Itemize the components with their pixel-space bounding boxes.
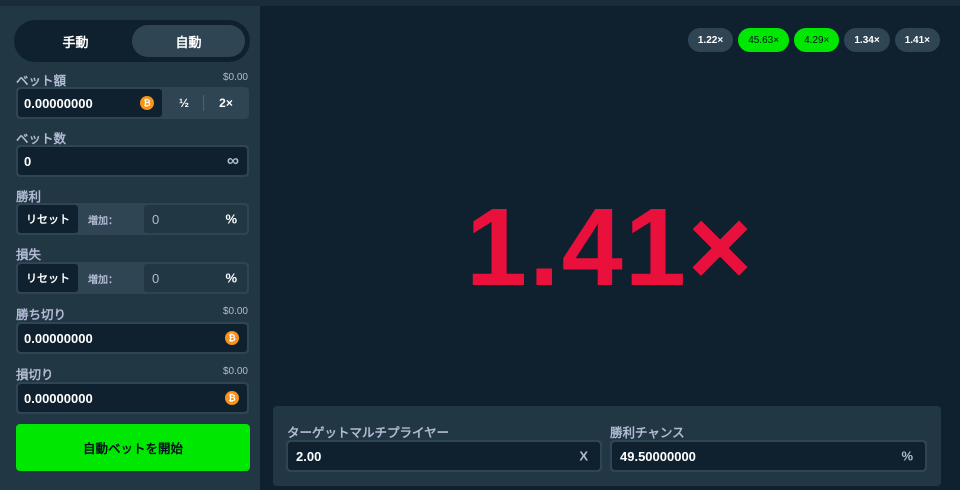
half-bet-button[interactable]: ½	[164, 87, 204, 119]
stop-on-profit-input[interactable]: 0.00000000 ₿	[18, 324, 247, 352]
start-autobet-button[interactable]: 自動ベットを開始	[16, 424, 250, 471]
stop-on-loss-usd: $0.00	[222, 366, 248, 377]
bet-amount-group: 0.00000000 ₿ ½ 2×	[16, 87, 249, 119]
mode-toggle: 手動 自動	[14, 20, 250, 62]
bet-count-value: 0	[24, 153, 32, 169]
on-loss-group: リセット 増加： 0 %	[16, 262, 249, 294]
on-loss-increase-value: 0	[152, 270, 160, 286]
stop-on-loss-group: 0.00000000 ₿	[16, 382, 249, 414]
on-loss-reset-button[interactable]: リセット	[18, 264, 78, 292]
bitcoin-icon: ₿	[225, 331, 239, 345]
win-chance-value: 49.50000000	[620, 448, 696, 464]
target-multiplier-group: 2.00 X	[286, 440, 602, 472]
history-chip[interactable]: 1.22×	[687, 28, 734, 52]
on-loss-label: 損失	[16, 248, 42, 262]
game-area: 1.22× 45.63× 4.29× 1.34× 1.41× 1.41× ターゲ…	[260, 0, 960, 490]
percent-icon: %	[901, 448, 913, 464]
bet-amount-input[interactable]: 0.00000000 ₿	[18, 89, 162, 117]
bet-amount-value: 0.00000000	[24, 95, 93, 111]
double-bet-button[interactable]: 2×	[206, 87, 246, 119]
on-loss-increase-input[interactable]: 0 %	[144, 264, 247, 292]
multiplier-x-icon: X	[579, 448, 588, 464]
bet-count-group: 0 ∞	[16, 145, 249, 177]
on-win-group: リセット 増加： 0 %	[16, 203, 249, 235]
stop-on-profit-usd: $0.00	[222, 306, 248, 317]
result-history: 1.22× 45.63× 4.29× 1.34× 1.41×	[687, 28, 940, 52]
on-win-reset-button[interactable]: リセット	[18, 205, 78, 233]
tab-manual[interactable]: 手動	[19, 25, 132, 57]
history-chip[interactable]: 4.29×	[794, 28, 840, 52]
stop-on-loss-value: 0.00000000	[24, 390, 93, 406]
win-chance-group: 49.50000000 %	[610, 440, 927, 472]
bet-amount-usd: $0.00	[222, 72, 248, 83]
dice-settings-panel: ターゲットマルチプライヤー 2.00 X 勝利チャンス 49.50000000 …	[273, 406, 941, 486]
infinity-icon[interactable]: ∞	[227, 151, 239, 171]
percent-icon: %	[225, 270, 237, 286]
stop-on-loss-label: 損切り	[16, 368, 54, 382]
result-multiplier: 1.41×	[465, 186, 755, 309]
on-win-increase-value: 0	[152, 211, 160, 227]
on-win-increase-input[interactable]: 0 %	[144, 205, 247, 233]
tab-auto[interactable]: 自動	[132, 25, 245, 57]
bet-count-input[interactable]: 0 ∞	[18, 147, 247, 175]
stop-on-profit-group: 0.00000000 ₿	[16, 322, 249, 354]
divider	[203, 95, 204, 111]
win-chance-input[interactable]: 49.50000000 %	[612, 442, 925, 470]
history-chip[interactable]: 45.63×	[738, 28, 790, 52]
history-chip[interactable]: 1.41×	[894, 28, 940, 52]
target-multiplier-value: 2.00	[296, 448, 322, 464]
on-win-increase-label[interactable]: 増加：	[88, 203, 118, 235]
bitcoin-icon: ₿	[225, 391, 239, 405]
stop-on-loss-input[interactable]: 0.00000000 ₿	[18, 384, 247, 412]
bet-controls-sidebar: 手動 自動 ベット額 $0.00 0.00000000 ₿ ½ 2× ベット数 …	[0, 0, 260, 490]
on-loss-increase-label[interactable]: 増加：	[88, 262, 118, 294]
stop-on-profit-value: 0.00000000	[24, 330, 93, 346]
target-multiplier-label: ターゲットマルチプライヤー	[287, 426, 450, 440]
win-chance-label: 勝利チャンス	[610, 426, 685, 440]
stop-on-profit-label: 勝ち切り	[16, 308, 67, 322]
bitcoin-icon: ₿	[140, 96, 154, 110]
percent-icon: %	[225, 211, 237, 227]
history-chip[interactable]: 1.34×	[844, 28, 890, 52]
target-multiplier-input[interactable]: 2.00 X	[288, 442, 600, 470]
